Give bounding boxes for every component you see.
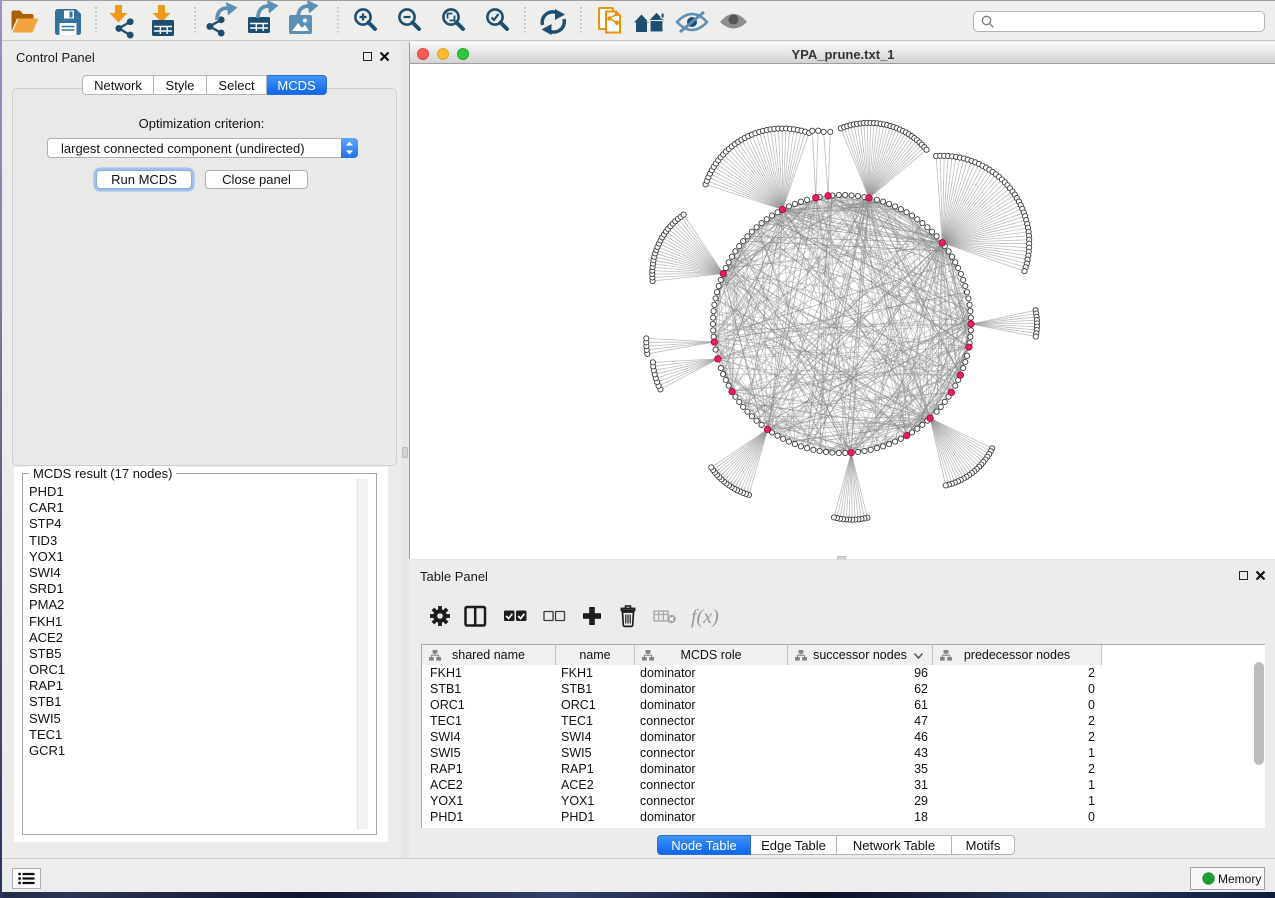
svg-text:f(x): f(x) xyxy=(691,606,719,628)
